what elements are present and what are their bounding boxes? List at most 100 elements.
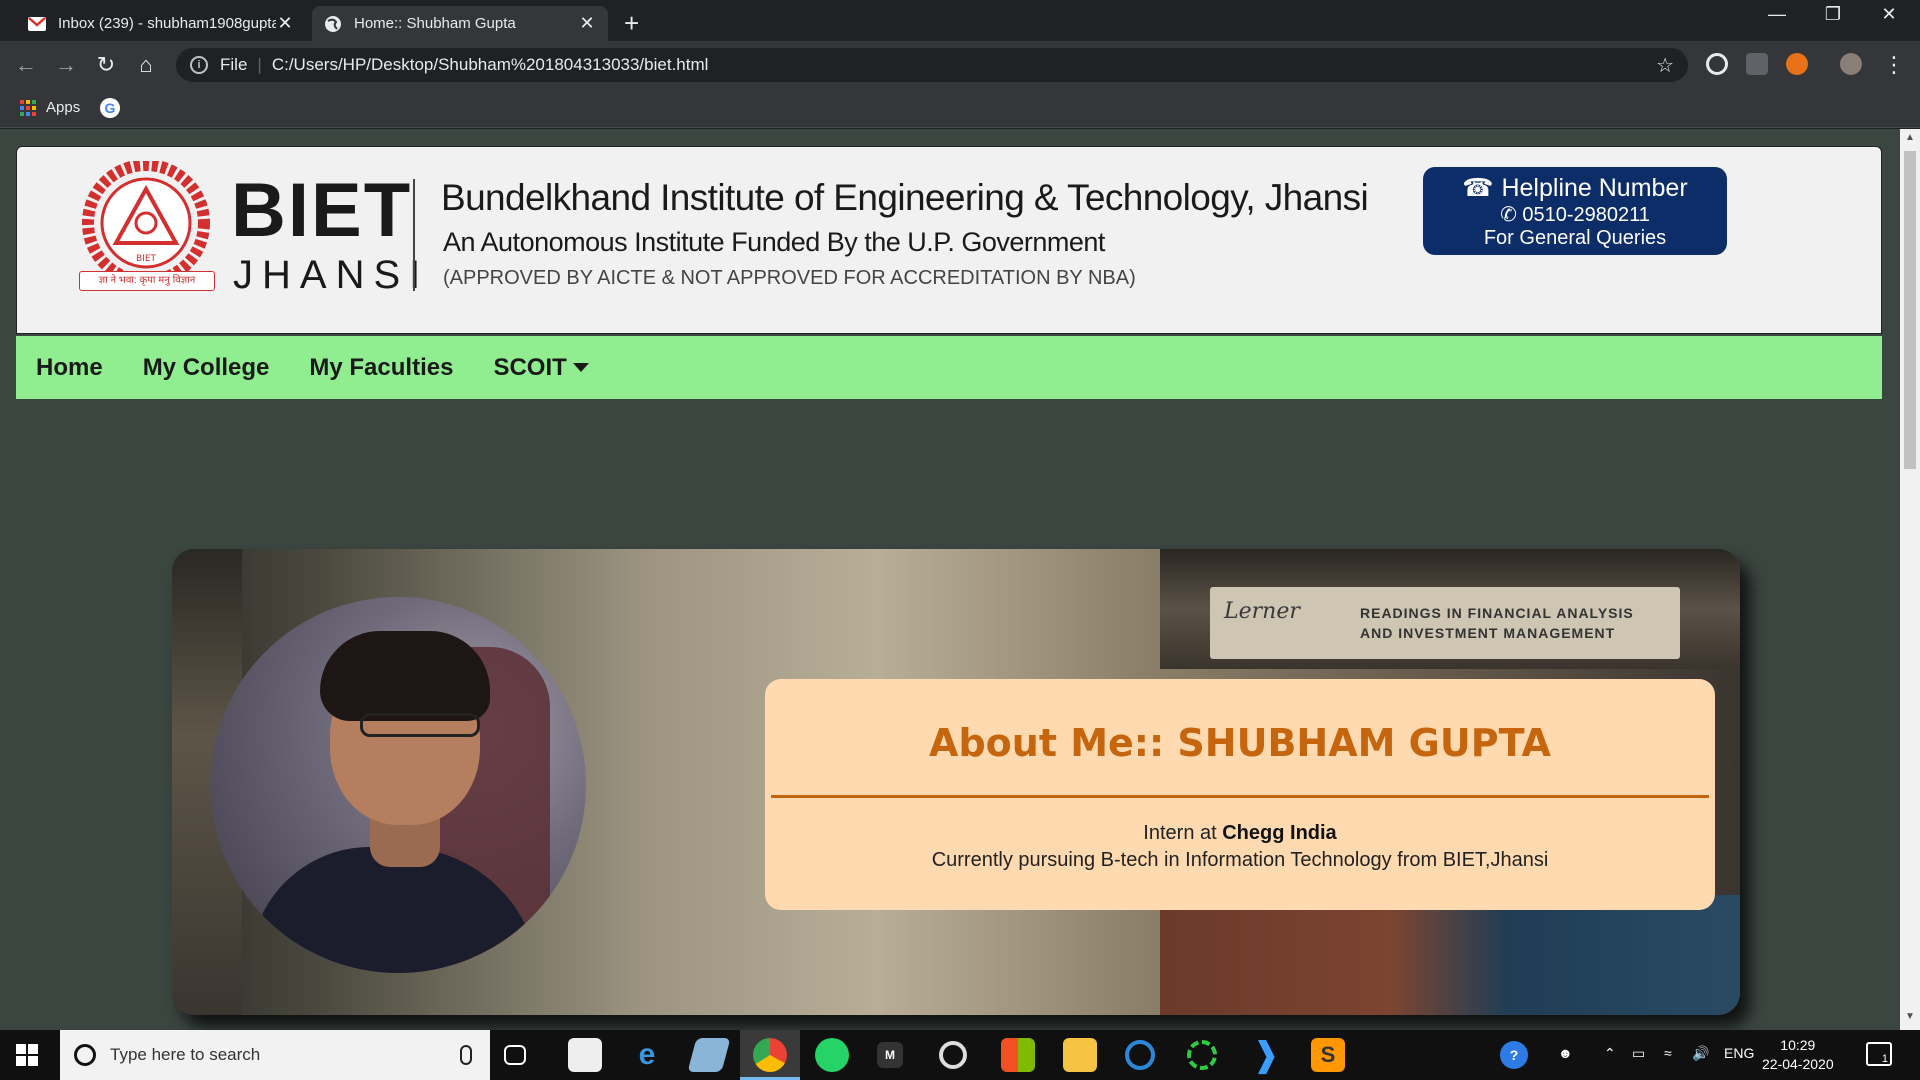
photo-hair [320,631,490,721]
clock-date: 22-04-2020 [1762,1056,1834,1072]
nav-item-home[interactable]: Home [36,354,103,382]
close-icon[interactable]: ✕ [578,13,596,34]
store-icon[interactable] [1001,1038,1035,1072]
chrome-icon[interactable] [753,1038,787,1072]
profile-avatar[interactable] [1840,53,1862,75]
nav-item-scoit-label: SCOIT [493,353,567,381]
info-icon[interactable]: i [190,56,208,74]
about-intern-line: Intern at Chegg India [765,822,1715,845]
google-icon[interactable]: G [100,98,120,118]
biet-seal-logo: BIET [82,161,210,285]
about-pursuing-line: Currently pursuing B-tech in Information… [931,849,1549,871]
edge-icon[interactable]: e [630,1038,664,1072]
bookmarks-bar: Apps G [0,88,1920,128]
clock-time: 10:29 [1780,1037,1816,1053]
gmail-icon [28,15,46,33]
wifi-icon[interactable]: ≈ [1664,1045,1672,1061]
book-title-line-2: AND INVESTMENT MANAGEMENT [1360,625,1616,641]
whatsapp-icon[interactable] [815,1038,849,1072]
apps-bookmark[interactable]: Apps [46,99,80,116]
globe-icon [324,15,342,33]
seal-text: BIET [136,254,157,264]
institute-subtitle: An Autonomous Institute Funded By the U.… [443,227,1105,257]
url-text[interactable]: C:/Users/HP/Desktop/Shubham%201804313033… [272,55,709,75]
extension-box-icon[interactable] [1746,53,1768,75]
reload-icon[interactable]: ↻ [92,51,120,79]
windows-taskbar: Type here to search e M ❱ S ? ☻ ⌃ ▭ ≈ 🔊 … [0,1030,1920,1080]
people-icon[interactable]: ☻ [1558,1045,1573,1061]
profile-photo [210,597,586,973]
back-icon[interactable]: ← [12,51,40,79]
book-spine: Lerner READINGS IN FINANCIAL ANALYSIS AN… [1210,587,1680,659]
book-author: Lerner [1224,599,1300,624]
media-player-icon[interactable] [939,1041,967,1069]
scroll-down-icon[interactable]: ▼ [1900,1011,1920,1027]
minimize-icon[interactable]: — [1754,4,1800,25]
site-header: BIET ज्ञा ने भवा: कृपा मनु विज्ञान BIET … [16,146,1882,334]
search-placeholder: Type here to search [110,1045,261,1064]
windows-start-icon[interactable] [16,1044,38,1066]
microphone-icon[interactable] [460,1045,472,1065]
window-close-icon[interactable]: ✕ [1866,4,1912,25]
logo-motto: ज्ञा ने भवा: कृपा मनु विज्ञान [79,271,215,291]
tab-gmail-inbox[interactable]: Inbox (239) - shubham1908gupta ✕ [16,6,306,41]
sublime-text-icon[interactable]: S [1311,1038,1345,1072]
logo-wordmark: BIET [231,168,413,253]
nav-item-my-college[interactable]: My College [143,354,270,382]
task-view-icon[interactable] [504,1045,526,1065]
restore-icon[interactable]: ❐ [1810,4,1856,25]
extension-flame-icon[interactable] [1786,53,1808,75]
app-generic-icon[interactable]: M [877,1042,903,1068]
help-icon[interactable]: ? [1500,1041,1528,1069]
forward-icon[interactable]: → [52,51,80,79]
logo-city: JHANSI [233,253,430,297]
system-clock[interactable]: 10:29 22-04-2020 [1762,1036,1834,1074]
tab-home-shubham[interactable]: Home:: Shubham Gupta ✕ [312,6,608,41]
about-intern-prefix: Intern at [1143,822,1223,844]
header-divider [413,179,415,291]
menu-kebab-icon[interactable]: ⋮ [1880,51,1908,79]
nav-item-my-faculties[interactable]: My Faculties [309,354,453,382]
close-icon[interactable]: ✕ [276,13,294,34]
notification-count: 1 [1881,1053,1888,1065]
app-sync-icon[interactable] [1125,1040,1155,1070]
file-explorer-icon[interactable] [1063,1038,1097,1072]
input-language[interactable]: ENG [1724,1045,1754,1061]
scroll-up-icon[interactable]: ▲ [1900,132,1920,148]
institute-approval: (APPROVED BY AICTE & NOT APPROVED FOR AC… [443,267,1136,289]
vscode-icon[interactable]: ❱ [1249,1036,1283,1074]
browser-toolbar: ← → ↻ ⌂ i File | C:/Users/HP/Desktop/Shu… [0,41,1920,88]
app-refresh-icon[interactable] [1187,1040,1217,1070]
helpline-box: ☎ Helpline Number ✆ 0510-2980211 For Gen… [1423,167,1727,255]
address-bar[interactable]: i File | C:/Users/HP/Desktop/Shubham%201… [176,48,1688,82]
address-separator: | [257,55,262,74]
notes-icon[interactable] [687,1038,731,1072]
caret-down-icon [572,363,589,372]
browser-tab-strip: Inbox (239) - shubham1908gupta ✕ Home:: … [0,0,1920,41]
apps-grid-icon[interactable] [20,100,36,116]
helpline-number[interactable]: 0510-2980211 [1522,204,1650,226]
nav-item-scoit[interactable]: SCOIT [493,353,589,382]
tab-title: Home:: Shubham Gupta [354,15,516,32]
taskbar-search[interactable]: Type here to search [60,1030,490,1080]
hero-bookshelf-bottom [1160,895,1740,1015]
phone-icon: ☎ [1462,174,1494,202]
page-viewport: BIET ज्ञा ने भवा: कृपा मनु विज्ञान BIET … [0,129,1900,1030]
notification-center-icon[interactable]: 1 [1866,1042,1892,1066]
scroll-thumb[interactable] [1904,151,1916,469]
scheme-label: File [220,55,248,74]
battery-icon[interactable]: ▭ [1632,1045,1645,1062]
new-tab-icon[interactable]: + [624,8,639,39]
photo-glasses [360,713,480,737]
volume-icon[interactable]: 🔊 [1692,1045,1709,1062]
bookmark-star-icon[interactable]: ☆ [1656,53,1674,78]
about-divider [771,795,1709,798]
tray-chevron-up-icon[interactable]: ⌃ [1604,1045,1616,1062]
home-icon[interactable]: ⌂ [132,51,160,79]
helpline-title: Helpline Number [1501,173,1688,202]
main-nav: Home My College My Faculties SCOIT [16,336,1882,399]
page-scrollbar[interactable]: ▲ ▼ [1900,129,1920,1030]
extension-speed-icon[interactable] [1706,53,1728,75]
calculator-icon[interactable] [568,1038,602,1072]
cortana-icon [74,1044,96,1066]
